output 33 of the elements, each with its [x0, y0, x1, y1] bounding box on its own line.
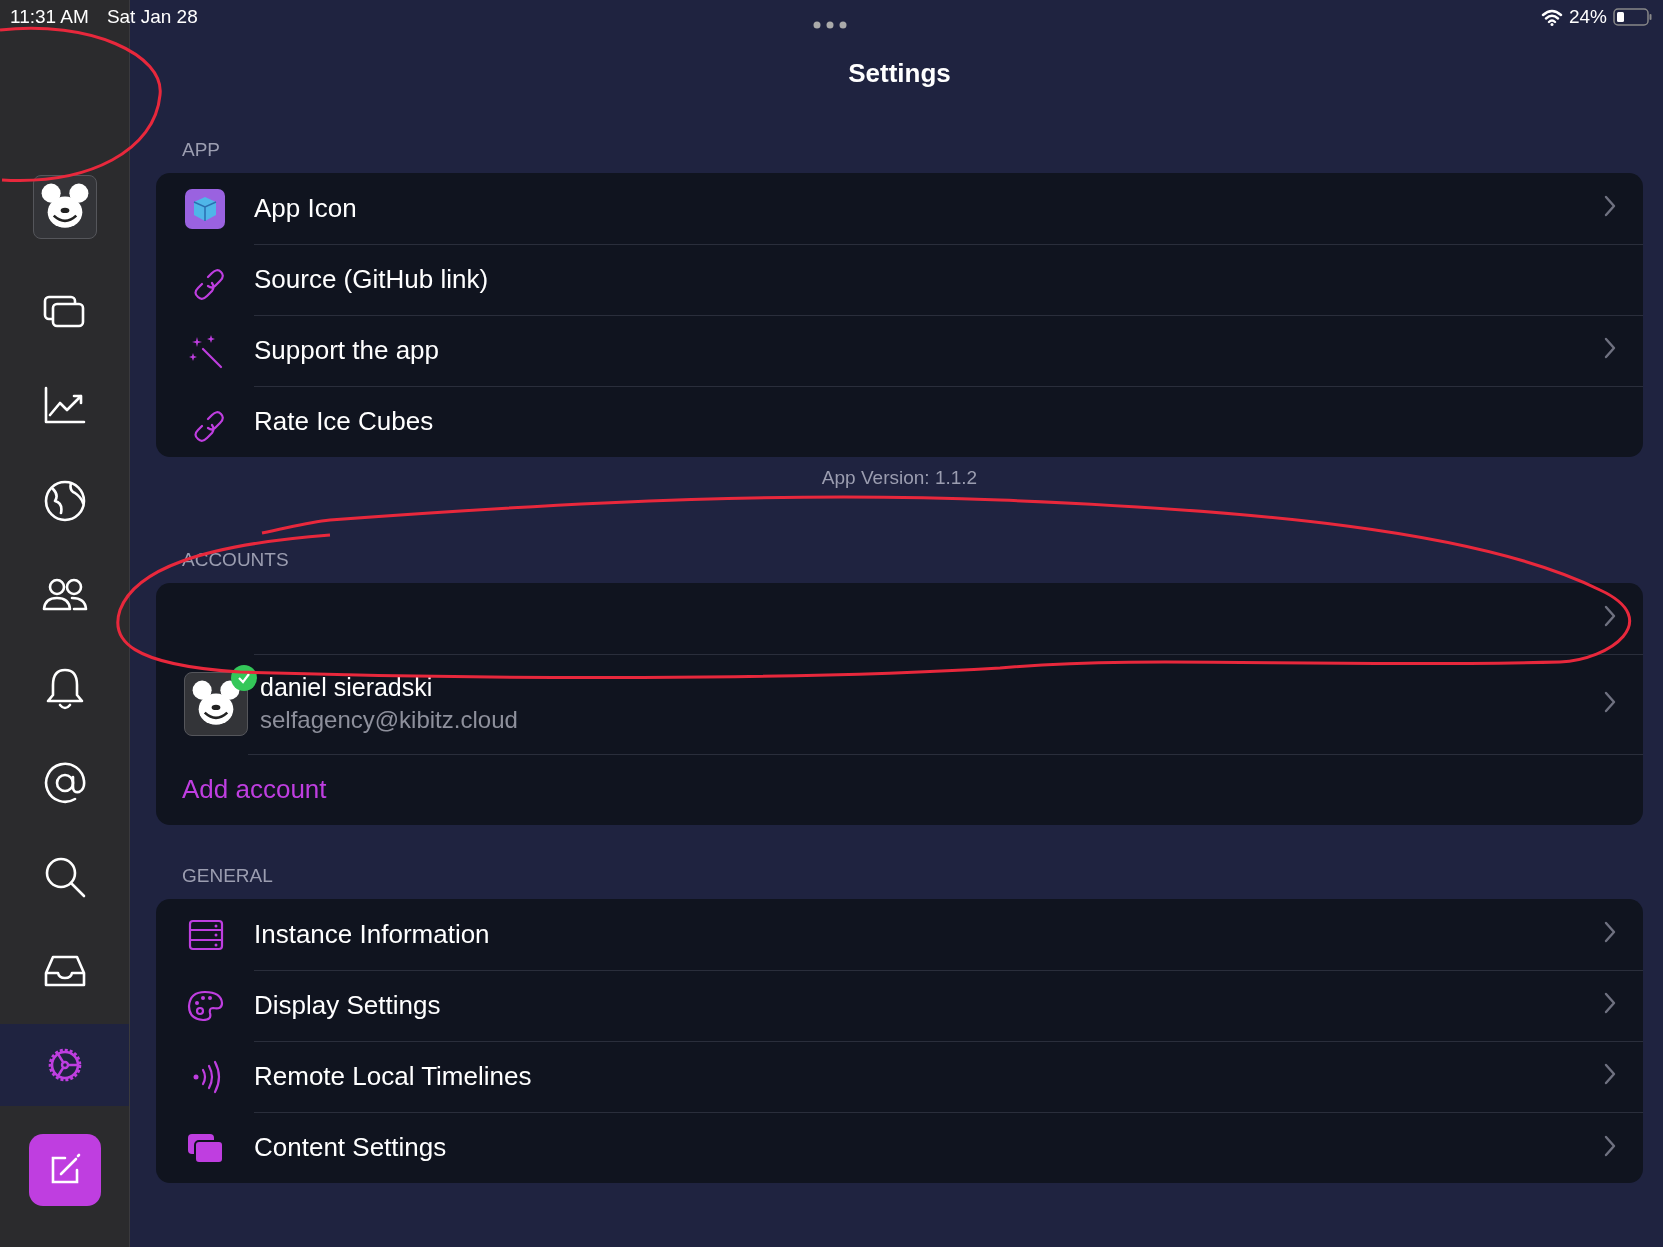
settings-row[interactable]: Instance Information: [156, 899, 1643, 970]
wifi-icon: [1540, 8, 1563, 26]
row-label: Content Settings: [254, 1132, 447, 1163]
settings-row[interactable]: Display Settings: [156, 970, 1643, 1041]
row-label: Support the app: [254, 334, 440, 366]
section-header: APP: [182, 139, 222, 161]
add-account-link[interactable]: Add account: [182, 774, 327, 805]
settings-row[interactable]: Support the app: [156, 315, 1643, 386]
account-name: daniel sieradski: [260, 673, 434, 702]
avatar-button[interactable]: [32, 175, 97, 239]
version-text: App Version: 1.1.2: [821, 467, 978, 489]
settings-row[interactable]: Content Settings: [156, 1112, 1643, 1183]
status-date: Sat Jan 28: [106, 6, 198, 28]
row-label: Display Settings: [254, 989, 441, 1021]
section-header: GENERAL: [182, 865, 274, 887]
cube-icon: [185, 188, 225, 229]
settings-row[interactable]: Source (GitHub link): [156, 244, 1643, 315]
row-label: Source (GitHub link): [254, 263, 489, 295]
battery-icon: [1613, 7, 1653, 27]
page-title: Settings: [848, 58, 951, 89]
status-time: 11:31 AM: [10, 6, 89, 28]
more-dots-icon: [813, 21, 847, 29]
settings-row[interactable]: Remote Local Timelines: [156, 1041, 1643, 1112]
account-handle: selfagency@kibitz.cloud: [260, 706, 518, 734]
row-label: App Icon: [254, 192, 357, 224]
row-label: Instance Information: [254, 918, 490, 950]
compose-button[interactable]: [28, 1134, 101, 1206]
battery-percent: 24%: [1568, 6, 1607, 28]
row-label: Remote Local Timelines: [254, 1060, 532, 1092]
settings-row[interactable]: App Icon: [156, 173, 1643, 244]
account-row[interactable]: daniel sieradski selfagency@kibitz.cloud: [156, 654, 1643, 754]
row-label: Rate Ice Cubes: [254, 406, 434, 437]
settings-row[interactable]: Rate Ice Cubes: [156, 386, 1643, 457]
